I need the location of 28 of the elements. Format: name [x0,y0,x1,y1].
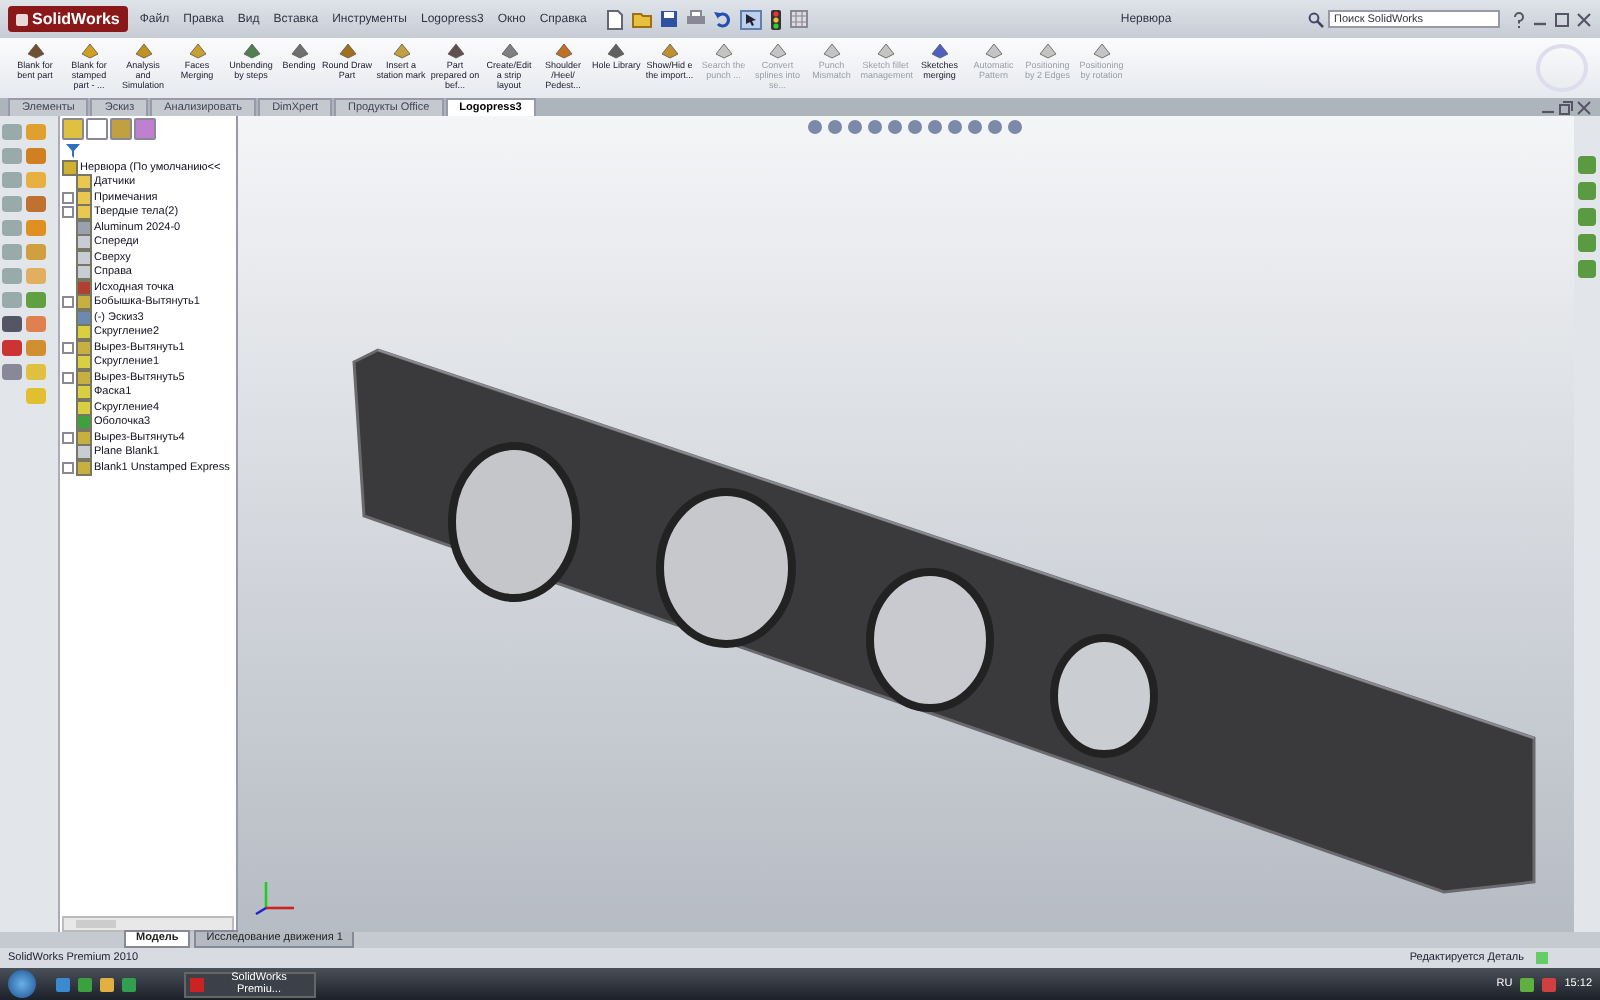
expand-toggle[interactable] [62,341,74,354]
save-icon[interactable] [660,10,679,28]
filter-icon[interactable] [66,144,80,158]
restore-icon[interactable] [1558,100,1574,116]
help-icon[interactable] [1512,11,1526,27]
traffic-light-icon[interactable] [770,9,783,29]
grid-icon[interactable] [790,10,809,28]
part-icon [62,159,78,176]
close-icon[interactable] [1576,11,1592,27]
expand-toggle[interactable] [62,206,74,219]
axis-triad-icon [254,876,298,916]
tree-tab-icon[interactable] [86,118,108,140]
expand-toggle[interactable] [62,191,74,204]
expand-toggle[interactable] [62,461,74,474]
start-button[interactable] [8,970,36,998]
expand-toggle[interactable] [62,296,74,309]
print-icon[interactable] [686,10,707,28]
scrollbar[interactable] [62,916,234,932]
expand-toggle[interactable] [62,431,74,444]
folder-icon[interactable] [632,10,653,28]
search-icon [1308,11,1324,27]
solidworks-logo[interactable]: SolidWorks [8,6,128,32]
maximize-icon[interactable] [1554,11,1570,27]
close-icon[interactable] [1576,100,1592,116]
undo-icon[interactable] [714,10,733,28]
cursor-icon[interactable] [740,9,763,29]
document-icon[interactable] [606,9,625,29]
expand-toggle[interactable] [62,371,74,384]
